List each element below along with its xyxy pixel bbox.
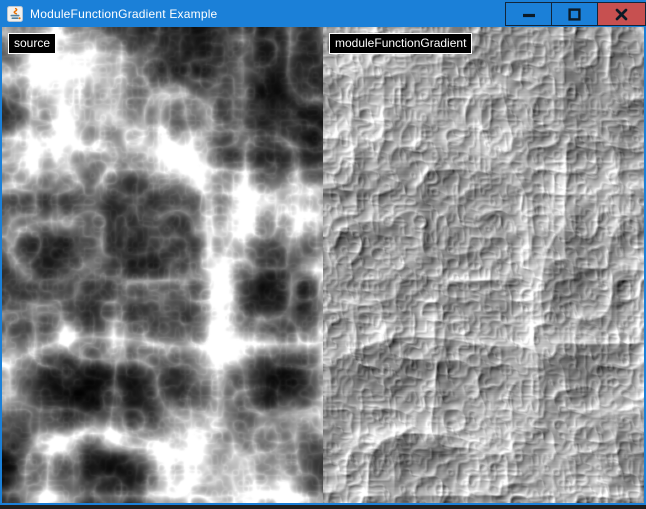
window-title: ModuleFunctionGradient Example bbox=[30, 7, 217, 21]
image-content-area: source moduleFunctionGradient bbox=[0, 27, 646, 503]
gradient-panel: moduleFunctionGradient bbox=[323, 27, 644, 503]
source-panel: source bbox=[2, 27, 323, 503]
gradient-image bbox=[323, 27, 644, 503]
close-button[interactable] bbox=[597, 2, 646, 26]
java-app-icon bbox=[7, 6, 23, 22]
minimize-button[interactable] bbox=[505, 2, 552, 26]
window-controls bbox=[506, 2, 646, 26]
gradient-label: moduleFunctionGradient bbox=[329, 33, 472, 54]
source-image bbox=[2, 27, 323, 503]
app-window: ModuleFunctionGradient Example bbox=[0, 0, 646, 505]
titlebar[interactable]: ModuleFunctionGradient Example bbox=[0, 0, 646, 27]
close-icon bbox=[615, 8, 628, 21]
window-border-bottom bbox=[0, 503, 646, 505]
maximize-icon bbox=[568, 8, 581, 21]
minimize-icon bbox=[522, 7, 536, 21]
source-label: source bbox=[8, 33, 56, 54]
maximize-button[interactable] bbox=[551, 2, 598, 26]
